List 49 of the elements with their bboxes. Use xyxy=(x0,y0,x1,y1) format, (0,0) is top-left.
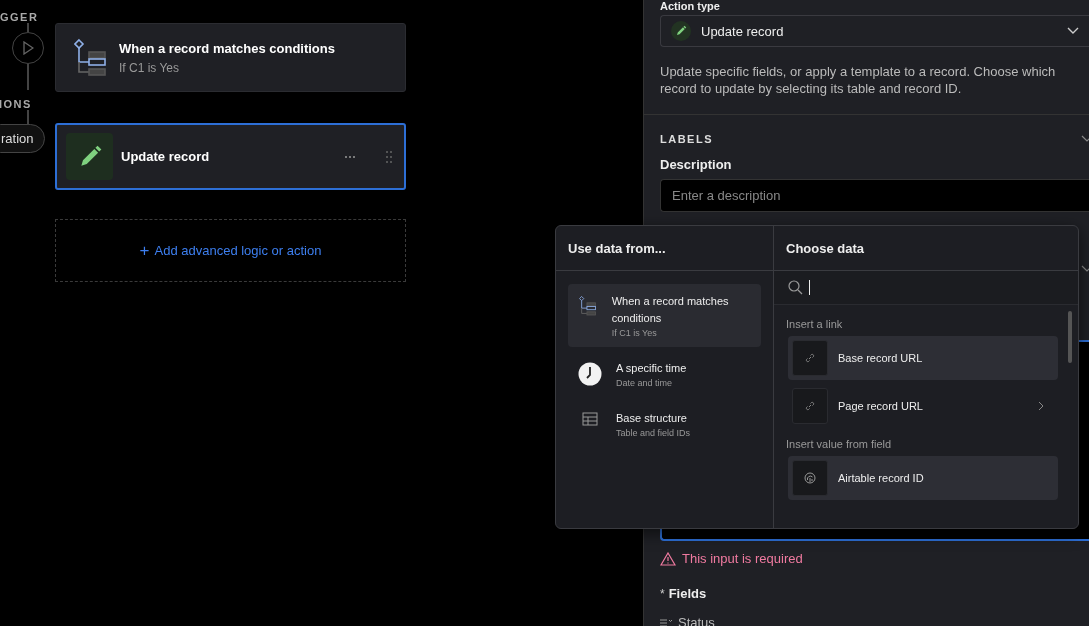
chevron-right-icon xyxy=(1038,401,1044,411)
list-icon xyxy=(660,617,672,626)
card-title: When a record matches conditions xyxy=(119,40,335,56)
card-title: Update record xyxy=(121,149,210,164)
data-source-item[interactable]: When a record matches conditions If C1 is Yes xyxy=(568,284,761,347)
more-icon[interactable] xyxy=(344,154,356,159)
action-type-select[interactable]: Update record xyxy=(660,15,1089,47)
condition-tree-icon xyxy=(578,295,597,317)
drag-handle-icon[interactable] xyxy=(386,150,392,163)
required-mark: * xyxy=(660,587,665,601)
action-card[interactable]: Update record xyxy=(55,123,406,190)
source-subtitle: Table and field IDs xyxy=(616,428,691,438)
condition-tree-icon xyxy=(74,37,108,78)
add-step-button[interactable]: + Add advanced logic or action xyxy=(55,219,406,282)
field-label: Action type xyxy=(660,0,721,12)
search-icon xyxy=(788,280,803,295)
group-heading: Insert value from field xyxy=(786,438,893,450)
description-field[interactable]: Enter a description xyxy=(660,179,1089,212)
clock-icon xyxy=(578,362,602,386)
field-label: Description xyxy=(660,157,733,172)
column-heading: Use data from... xyxy=(556,226,773,271)
section-heading: LABELS xyxy=(660,133,713,145)
field-label: Fields xyxy=(668,586,707,601)
trigger-card[interactable]: When a record matches conditions If C1 is Yes xyxy=(55,23,406,92)
data-option[interactable]: Page record URL xyxy=(788,384,1058,428)
data-source-item[interactable]: Base structure Table and field IDs xyxy=(568,401,761,447)
data-source-item[interactable]: A specific time Date and time xyxy=(568,351,761,397)
step-pill[interactable]: ration xyxy=(0,124,45,153)
card-subtitle: If C1 is Yes xyxy=(119,60,181,75)
source-title: When a record matches conditions xyxy=(611,294,730,326)
link-icon xyxy=(804,400,816,412)
source-subtitle: Date and time xyxy=(616,378,674,388)
fingerprint-icon xyxy=(804,472,816,484)
pencil-icon xyxy=(675,25,687,37)
warning-icon xyxy=(660,551,676,566)
source-subtitle: If C1 is Yes xyxy=(611,328,658,338)
error-message: This input is required xyxy=(682,551,803,566)
help-text: Update specific fields, or apply a template to a record. Choose which record to update by selecting its table and record ID. xyxy=(660,63,1057,97)
group-heading: Insert a link xyxy=(786,318,844,330)
source-title: A specific time xyxy=(616,361,687,376)
data-option[interactable]: Base record URL xyxy=(788,336,1058,380)
chevron-down-icon xyxy=(1067,27,1079,35)
section-label: IONS xyxy=(0,98,32,110)
data-option[interactable]: Airtable record ID xyxy=(788,456,1058,500)
link-icon xyxy=(804,352,816,364)
section-label: GGER xyxy=(0,11,39,23)
source-title: Base structure xyxy=(616,411,688,426)
table-icon xyxy=(582,412,598,426)
search-field[interactable] xyxy=(774,271,1078,305)
